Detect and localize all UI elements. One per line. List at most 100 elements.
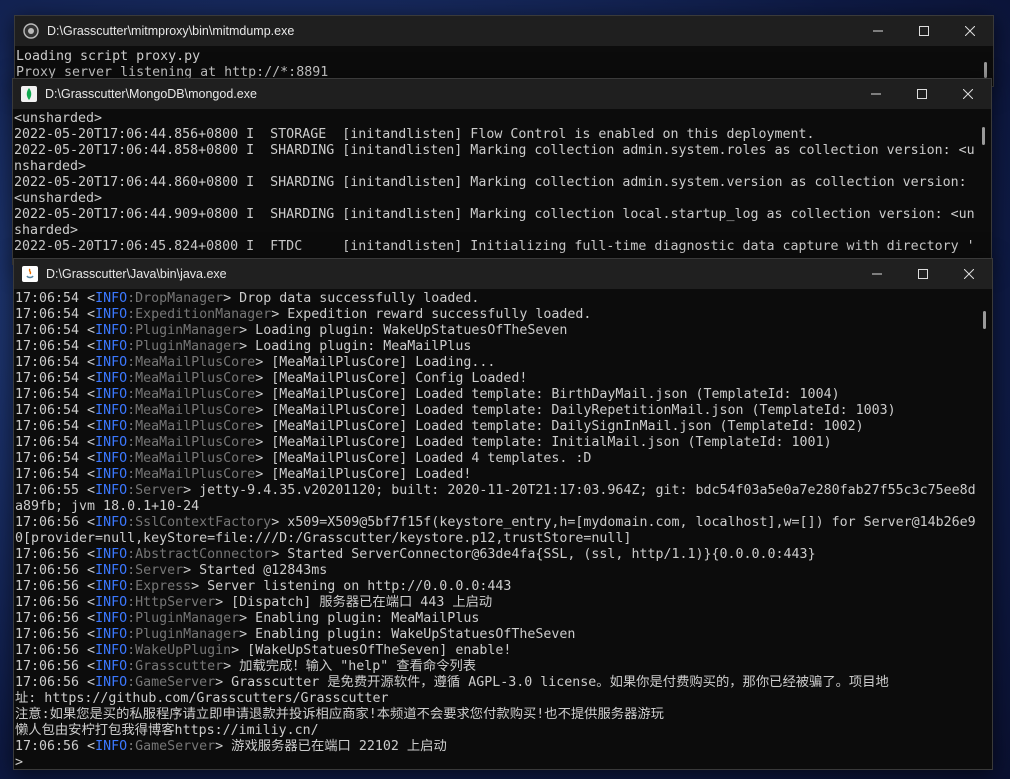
console-line: 17:06:56 <INFO:SslContextFactory> x509=X… bbox=[15, 515, 978, 531]
log-timestamp: 17:06:54 < bbox=[15, 307, 96, 322]
log-message: > [MeaMailPlusCore] Loaded template: Dai… bbox=[255, 419, 864, 434]
log-level: INFO bbox=[95, 307, 128, 322]
log-level: INFO bbox=[95, 371, 128, 386]
log-message: > Started ServerConnector@63de4fa{SSL, (… bbox=[271, 547, 816, 562]
maximize-button[interactable] bbox=[901, 16, 947, 46]
java-window[interactable]: D:\Grasscutter\Java\bin\java.exe 17:06:5… bbox=[13, 258, 993, 770]
console-line: a89fb; jvm 18.0.1+10-24 bbox=[15, 499, 200, 514]
java-titlebar[interactable]: D:\Grasscutter\Java\bin\java.exe bbox=[14, 259, 992, 289]
console-line: 17:06:56 <INFO:PluginManager> Enabling p… bbox=[15, 611, 978, 627]
console-line: nsharded> bbox=[14, 159, 87, 174]
console-line: 17:06:56 <INFO:Express> Server listening… bbox=[15, 579, 978, 595]
mongod-titlebar[interactable]: D:\Grasscutter\MongoDB\mongod.exe bbox=[13, 79, 991, 109]
log-level: INFO bbox=[95, 323, 128, 338]
close-button[interactable] bbox=[946, 259, 992, 289]
log-timestamp: 17:06:56 < bbox=[15, 563, 96, 578]
log-level: INFO bbox=[95, 739, 128, 754]
mitmdump-titlebar[interactable]: D:\Grasscutter\mitmproxy\bin\mitmdump.ex… bbox=[15, 16, 993, 46]
console-line: 2022-05-20T17:06:44.860+0800 I SHARDING … bbox=[14, 175, 967, 190]
log-level: INFO bbox=[95, 643, 128, 658]
log-source: :GameServer bbox=[127, 739, 216, 754]
console-line: sharded> bbox=[14, 223, 79, 238]
log-message: > Started @12843ms bbox=[183, 563, 328, 578]
maximize-button[interactable] bbox=[900, 259, 946, 289]
log-timestamp: 17:06:54 < bbox=[15, 387, 96, 402]
log-level: INFO bbox=[95, 387, 128, 402]
console-line: 17:06:54 <INFO:DropManager> Drop data su… bbox=[15, 291, 978, 307]
console-line: > bbox=[15, 755, 24, 769]
log-level: INFO bbox=[95, 627, 128, 642]
log-level: INFO bbox=[95, 467, 128, 482]
log-timestamp: 17:06:54 < bbox=[15, 419, 96, 434]
log-level: INFO bbox=[95, 659, 128, 674]
log-source: :MeaMailPlusCore bbox=[127, 371, 256, 386]
log-message: > [MeaMailPlusCore] Loaded 4 templates. … bbox=[255, 451, 592, 466]
minimize-button[interactable] bbox=[853, 79, 899, 109]
log-level: INFO bbox=[95, 355, 128, 370]
console-line: <unsharded> bbox=[14, 191, 103, 206]
log-message: > [WakeUpStatuesOfTheSeven] enable! bbox=[231, 643, 512, 658]
window-title: D:\Grasscutter\mitmproxy\bin\mitmdump.ex… bbox=[47, 24, 295, 38]
log-source: :HttpServer bbox=[127, 595, 216, 610]
log-message: > [MeaMailPlusCore] Loaded template: Ini… bbox=[255, 435, 832, 450]
minimize-button[interactable] bbox=[855, 16, 901, 46]
log-source: :MeaMailPlusCore bbox=[127, 355, 256, 370]
log-timestamp: 17:06:54 < bbox=[15, 403, 96, 418]
console-line: 懒人包由安柠打包我得博客https://imiliy.cn/ bbox=[15, 723, 319, 738]
log-message: > [Dispatch] 服务器已在端口 443 上启动 bbox=[215, 595, 493, 610]
maximize-button[interactable] bbox=[899, 79, 945, 109]
log-timestamp: 17:06:56 < bbox=[15, 643, 96, 658]
console-line: 17:06:54 <INFO:MeaMailPlusCore> [MeaMail… bbox=[15, 467, 978, 483]
mitmproxy-app-icon bbox=[23, 23, 39, 39]
console-line: Loading script proxy.py bbox=[16, 49, 201, 64]
console-line: 17:06:54 <INFO:MeaMailPlusCore> [MeaMail… bbox=[15, 403, 978, 419]
minimize-button[interactable] bbox=[854, 259, 900, 289]
log-source: :MeaMailPlusCore bbox=[127, 467, 256, 482]
scrollbar-thumb[interactable] bbox=[983, 311, 986, 329]
log-message: > Loading plugin: MeaMailPlus bbox=[239, 339, 472, 354]
log-source: :Server bbox=[127, 483, 184, 498]
log-message: > Grasscutter 是免费开源软件，遵循 AGPL-3.0 licens… bbox=[215, 675, 889, 690]
console-line: 17:06:54 <INFO:ExpeditionManager> Expedi… bbox=[15, 307, 978, 323]
scrollbar[interactable] bbox=[978, 289, 992, 769]
log-source: :WakeUpPlugin bbox=[127, 643, 232, 658]
window-title: D:\Grasscutter\Java\bin\java.exe bbox=[46, 267, 227, 281]
log-message: > 加载完成！输入 "help" 查看命令列表 bbox=[223, 659, 477, 674]
console-line: 17:06:56 <INFO:WakeUpPlugin> [WakeUpStat… bbox=[15, 643, 978, 659]
log-message: > [MeaMailPlusCore] Loaded! bbox=[255, 467, 472, 482]
log-timestamp: 17:06:56 < bbox=[15, 627, 96, 642]
console-line: 17:06:54 <INFO:MeaMailPlusCore> [MeaMail… bbox=[15, 419, 978, 435]
console-line: 2022-05-20T17:06:44.909+0800 I SHARDING … bbox=[14, 207, 975, 222]
log-level: INFO bbox=[95, 675, 128, 690]
log-source: :PluginManager bbox=[127, 611, 240, 626]
log-timestamp: 17:06:54 < bbox=[15, 291, 96, 306]
console-line: 17:06:56 <INFO:HttpServer> [Dispatch] 服务… bbox=[15, 595, 978, 611]
scrollbar-thumb[interactable] bbox=[984, 62, 987, 78]
console-line: 址: https://github.com/Grasscutters/Grass… bbox=[15, 691, 389, 706]
log-level: INFO bbox=[95, 515, 128, 530]
log-source: :Server bbox=[127, 563, 184, 578]
log-message: > [MeaMailPlusCore] Loaded template: Dai… bbox=[255, 403, 896, 418]
log-level: INFO bbox=[95, 483, 128, 498]
log-source: :DropManager bbox=[127, 291, 224, 306]
log-source: :PluginManager bbox=[127, 339, 240, 354]
mongod-console[interactable]: <unsharded> 2022-05-20T17:06:44.856+0800 … bbox=[13, 111, 977, 264]
close-button[interactable] bbox=[945, 79, 991, 109]
scrollbar-thumb[interactable] bbox=[982, 127, 985, 145]
java-console[interactable]: 17:06:54 <INFO:DropManager> Drop data su… bbox=[14, 291, 978, 769]
mongod-window[interactable]: D:\Grasscutter\MongoDB\mongod.exe <unsha… bbox=[12, 78, 992, 265]
log-message: > Server listening on http://0.0.0.0:443 bbox=[191, 579, 512, 594]
log-source: :AbstractConnector bbox=[127, 547, 272, 562]
scrollbar[interactable] bbox=[977, 109, 991, 264]
console-line: 17:06:56 <INFO:PluginManager> Enabling p… bbox=[15, 627, 978, 643]
log-timestamp: 17:06:56 < bbox=[15, 547, 96, 562]
log-timestamp: 17:06:54 < bbox=[15, 339, 96, 354]
mitmdump-window[interactable]: D:\Grasscutter\mitmproxy\bin\mitmdump.ex… bbox=[14, 15, 994, 87]
console-line: 17:06:54 <INFO:PluginManager> Loading pl… bbox=[15, 323, 978, 339]
console-line: 2022-05-20T17:06:45.824+0800 I FTDC [ini… bbox=[14, 239, 975, 254]
log-message: > Enabling plugin: MeaMailPlus bbox=[239, 611, 480, 626]
log-level: INFO bbox=[95, 563, 128, 578]
log-source: :MeaMailPlusCore bbox=[127, 419, 256, 434]
close-button[interactable] bbox=[947, 16, 993, 46]
log-source: :GameServer bbox=[127, 675, 216, 690]
